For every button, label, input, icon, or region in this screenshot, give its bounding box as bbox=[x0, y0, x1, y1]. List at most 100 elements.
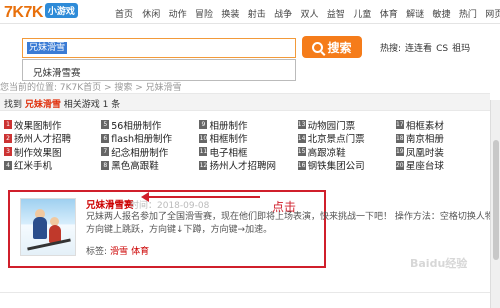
links-row: 4 红米手机 8 黑色高跟鞋 12 扬州人才招聘网 16 钢铁集团公司 20 星座台球 bbox=[4, 159, 494, 172]
related-link[interactable]: 4 红米手机 bbox=[4, 159, 101, 172]
rank-badge: 12 bbox=[199, 160, 208, 170]
nav-item[interactable]: 战争 bbox=[270, 7, 296, 20]
related-link[interactable]: 13 动物园门票 bbox=[297, 118, 396, 132]
rank-badge: 8 bbox=[101, 160, 110, 170]
nav-item[interactable]: 益智 bbox=[323, 7, 349, 20]
links-row: 1 效果图制作 5 56相册制作 9 相册制作 13 动物园门票 17 相框素材 bbox=[4, 118, 494, 131]
hot-item[interactable]: CS bbox=[436, 44, 448, 54]
links-row: 3 制作效果图 7 纪念相册制作 11 电子相框 15 高跟凉鞋 19 凤凰时装 bbox=[4, 145, 494, 158]
watermark: Baidu经验 bbox=[410, 257, 468, 270]
main-nav: 首页 休闲 动作 冒险 换装 射击 战争 双人 益智 儿童 体育 解谜 敏捷 热… bbox=[110, 7, 500, 20]
page-scrollbar[interactable] bbox=[490, 100, 500, 308]
link-text: 相册制作 bbox=[209, 120, 248, 132]
rank-badge: 13 bbox=[297, 120, 306, 129]
link-text: flash相册制作 bbox=[111, 134, 173, 145]
annotation-arrow-icon bbox=[141, 192, 260, 202]
link-text: 北京景点门票 bbox=[307, 134, 365, 145]
result-keyword: 兄妹滑雪 bbox=[24, 100, 61, 110]
nav-item[interactable]: 热门 bbox=[455, 7, 481, 20]
related-link[interactable]: 19 凤凰时装 bbox=[395, 145, 494, 159]
autocomplete-dropdown: 兄妹滑雪赛 bbox=[22, 59, 296, 81]
nav-item[interactable]: 动作 bbox=[164, 7, 190, 20]
link-text: 电子相框 bbox=[209, 147, 248, 159]
link-text: 制作效果图 bbox=[14, 147, 62, 159]
rank-badge: 16 bbox=[297, 160, 306, 170]
site-logo[interactable]: 7K7K 小游戏 bbox=[4, 3, 84, 21]
nav-item[interactable]: 首页 bbox=[110, 7, 138, 20]
result-unit: 条 bbox=[111, 100, 121, 110]
related-link[interactable]: 7 纪念相册制作 bbox=[101, 145, 199, 158]
logo-subtext: 小游戏 bbox=[44, 3, 78, 18]
result-suffix: 相关游戏 bbox=[63, 100, 100, 110]
related-link[interactable]: 16 钢铁集团公司 bbox=[297, 159, 396, 172]
nav-item[interactable]: 换装 bbox=[217, 7, 243, 20]
rank-badge: 5 bbox=[101, 120, 110, 129]
nav-item[interactable]: 儿童 bbox=[349, 7, 375, 20]
link-text: 凤凰时装 bbox=[405, 147, 444, 159]
rank-badge: 15 bbox=[297, 147, 306, 156]
related-link[interactable]: 14 北京景点门票 bbox=[297, 132, 396, 145]
rank-badge: 11 bbox=[199, 147, 208, 156]
nav-item[interactable]: 双人 bbox=[296, 7, 322, 20]
hot-label: 热搜: bbox=[380, 44, 402, 54]
related-link[interactable]: 10 相框制作 bbox=[199, 132, 297, 145]
related-link[interactable]: 17 相框素材 bbox=[395, 118, 494, 131]
link-text: 扬州人才招聘 bbox=[14, 134, 72, 145]
related-link[interactable]: 5 56相册制作 bbox=[101, 118, 199, 131]
search-icon bbox=[312, 41, 324, 53]
game-thumbnail[interactable] bbox=[20, 198, 76, 256]
nav-item[interactable]: 射击 bbox=[244, 7, 270, 20]
tag-link[interactable]: 滑雪 bbox=[110, 247, 128, 257]
hot-item[interactable]: 祖玛 bbox=[452, 44, 470, 54]
rank-badge: 18 bbox=[395, 133, 404, 143]
nav-item[interactable]: 解谜 bbox=[402, 7, 428, 20]
skier-body bbox=[33, 217, 47, 239]
related-link[interactable]: 1 效果图制作 bbox=[4, 118, 101, 131]
link-text: 星座台球 bbox=[405, 161, 444, 172]
annotation-label: 点击 bbox=[272, 200, 297, 214]
suggestion-item[interactable]: 兄妹滑雪赛 bbox=[33, 65, 285, 79]
related-links-grid: 1 效果图制作 5 56相册制作 9 相册制作 13 动物园门票 17 相框素材 2 扬州人… bbox=[4, 118, 494, 172]
related-link[interactable]: 20 星座台球 bbox=[395, 159, 494, 172]
result-count: 1 bbox=[102, 100, 109, 110]
related-link[interactable]: 18 南京相册 bbox=[395, 132, 494, 145]
rank-badge: 1 bbox=[4, 120, 12, 129]
link-text: 高跟凉鞋 bbox=[307, 147, 346, 159]
link-text: 56相册制作 bbox=[111, 120, 162, 132]
link-text: 相框制作 bbox=[209, 134, 248, 145]
top-nav-bar: 7K7K 小游戏 首页 休闲 动作 冒险 换装 射击 战争 双人 益智 儿童 体育… bbox=[0, 0, 500, 24]
result-summary: 找到 兄妹滑雪 相关游戏 1 条 bbox=[0, 93, 490, 111]
related-link[interactable]: 3 制作效果图 bbox=[4, 145, 101, 158]
breadcrumb: 您当前的位置: 7K7K首页 > 搜索 > 兄妹滑雪 bbox=[0, 83, 182, 93]
related-link[interactable]: 6 flash相册制作 bbox=[101, 132, 199, 145]
game-tags: 标签: 滑雪 体育 bbox=[86, 244, 149, 257]
nav-item[interactable]: 敏捷 bbox=[428, 7, 454, 20]
related-link[interactable]: 8 黑色高跟鞋 bbox=[101, 159, 199, 172]
related-link[interactable]: 15 高跟凉鞋 bbox=[297, 145, 396, 159]
hot-searches: 热搜: 连连看 CS 祖玛 bbox=[380, 41, 470, 54]
links-row: 2 扬州人才招聘 6 flash相册制作 10 相框制作 14 北京景点门票 18 南京相… bbox=[4, 132, 494, 145]
search-button[interactable]: 搜索 bbox=[302, 36, 362, 58]
link-text: 纪念相册制作 bbox=[111, 147, 169, 159]
nav-item[interactable]: 冒险 bbox=[191, 7, 217, 20]
search-box[interactable]: 兄妹滑雪 bbox=[22, 38, 296, 58]
rank-badge: 14 bbox=[297, 133, 306, 143]
link-text: 效果图制作 bbox=[14, 120, 62, 132]
tag-link[interactable]: 体育 bbox=[131, 247, 149, 257]
related-link[interactable]: 2 扬州人才招聘 bbox=[4, 132, 101, 145]
search-button-label: 搜索 bbox=[327, 40, 352, 55]
link-text: 动物园门票 bbox=[307, 120, 356, 132]
related-link[interactable]: 11 电子相框 bbox=[199, 145, 297, 158]
game-title-link[interactable]: 兄妹滑雪赛 bbox=[86, 197, 134, 211]
scrollbar-thumb[interactable] bbox=[493, 140, 499, 260]
nav-item[interactable]: 网页 bbox=[481, 7, 500, 20]
hot-item[interactable]: 连连看 bbox=[405, 44, 432, 54]
rank-badge: 20 bbox=[395, 160, 404, 170]
search-input-text[interactable]: 兄妹滑雪 bbox=[27, 42, 68, 54]
nav-item[interactable]: 休闲 bbox=[138, 7, 164, 20]
nav-item[interactable]: 体育 bbox=[376, 7, 402, 20]
logo-text: 7K7K bbox=[4, 4, 43, 21]
related-link[interactable]: 12 扬州人才招聘网 bbox=[199, 159, 297, 172]
link-text: 黑色高跟鞋 bbox=[111, 161, 159, 172]
related-link[interactable]: 9 相册制作 bbox=[199, 118, 297, 131]
